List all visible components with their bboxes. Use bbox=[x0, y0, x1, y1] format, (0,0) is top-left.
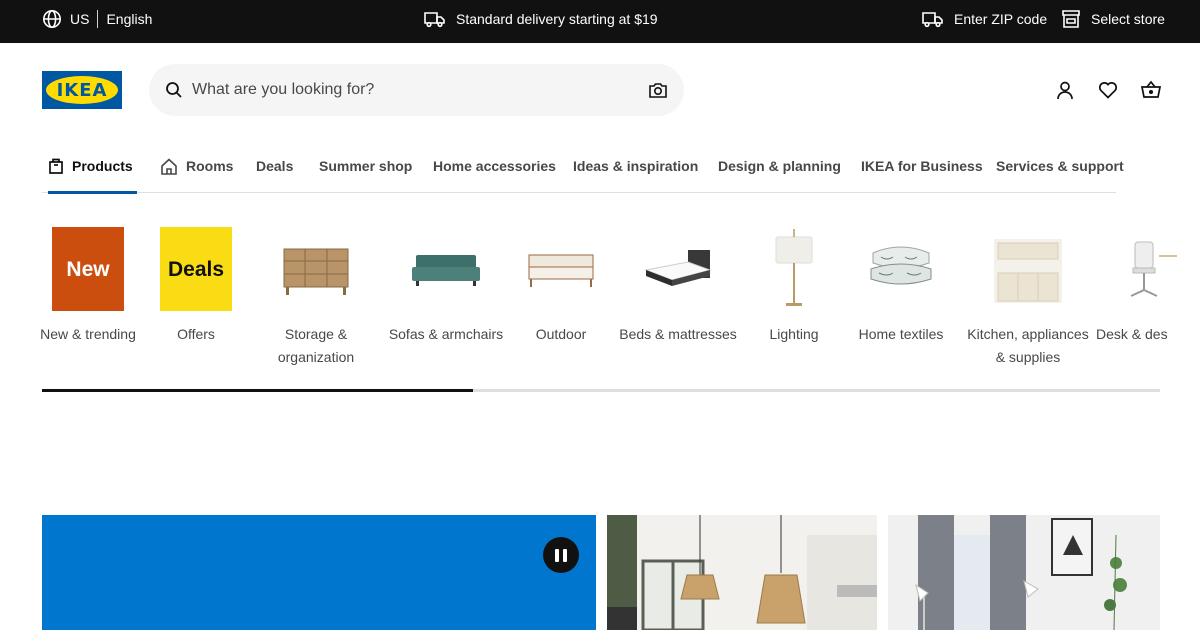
language-label: English bbox=[106, 10, 153, 27]
deals-tile: Deals bbox=[160, 227, 232, 311]
globe-icon bbox=[43, 9, 61, 28]
category-label: Storage & bbox=[284, 326, 348, 342]
logo-oval: IKEA bbox=[46, 76, 118, 104]
living-room-scene bbox=[888, 515, 1160, 630]
tab-rooms[interactable]: Rooms bbox=[160, 140, 233, 192]
tab-label: Products bbox=[72, 158, 133, 174]
zip-code-button[interactable]: Enter ZIP code bbox=[922, 0, 1047, 37]
search-input[interactable] bbox=[192, 64, 632, 116]
zip-label: Enter ZIP code bbox=[954, 10, 1048, 27]
store-icon bbox=[1062, 9, 1080, 28]
delivery-info[interactable]: Standard delivery starting at $19 bbox=[424, 0, 658, 37]
top-bar: US English Standard delivery starting at… bbox=[0, 0, 1200, 43]
tab-home-accessories[interactable]: Home accessories bbox=[433, 140, 556, 192]
tab-services-support[interactable]: Services & support bbox=[996, 140, 1124, 192]
category-new-trending[interactable]: New New & trending bbox=[38, 227, 138, 346]
dresser-image bbox=[283, 248, 349, 295]
category-label: Kitchen, appliances bbox=[967, 326, 1089, 342]
new-tile: New bbox=[52, 227, 124, 311]
tab-label: Services & support bbox=[996, 158, 1124, 174]
account-icon[interactable] bbox=[1055, 80, 1075, 100]
truck-icon bbox=[922, 11, 943, 27]
floor-lamp-image bbox=[775, 229, 813, 306]
category-label: Lighting bbox=[769, 326, 819, 342]
category-beds[interactable]: Beds & mattresses bbox=[617, 227, 739, 346]
pillows-image bbox=[870, 246, 932, 285]
tab-label: Rooms bbox=[186, 158, 234, 174]
locale-selector[interactable]: US English bbox=[42, 0, 152, 37]
kitchen-lamps-image[interactable] bbox=[607, 515, 877, 630]
search-icon bbox=[166, 82, 182, 98]
tab-ideas-inspiration[interactable]: Ideas & inspiration bbox=[573, 140, 698, 192]
category-scrollbar[interactable] bbox=[42, 389, 1160, 392]
outdoor-sofa-image bbox=[528, 254, 594, 287]
ikea-logo[interactable]: IKEA bbox=[42, 71, 122, 109]
tab-label: Home accessories bbox=[433, 158, 556, 174]
tab-label: IKEA for Business bbox=[861, 158, 983, 174]
category-home-textiles[interactable]: Home textiles bbox=[851, 227, 951, 346]
truck-icon bbox=[424, 11, 445, 27]
store-label: Select store bbox=[1091, 10, 1165, 27]
hero-video-panel[interactable] bbox=[42, 515, 596, 630]
kitchen-scene bbox=[607, 515, 877, 630]
tile-text: Deals bbox=[167, 257, 225, 281]
divider bbox=[97, 9, 99, 28]
pause-bar bbox=[555, 548, 559, 562]
category-label: Home textiles bbox=[858, 326, 944, 342]
tile-text: New bbox=[66, 257, 110, 281]
tab-products[interactable]: Products bbox=[48, 140, 137, 194]
cart-icon[interactable] bbox=[1141, 80, 1161, 100]
category-storage[interactable]: Storage & organization bbox=[266, 227, 366, 369]
category-label: New & trending bbox=[40, 326, 136, 342]
category-label: Beds & mattresses bbox=[619, 326, 737, 342]
camera-search-icon[interactable] bbox=[648, 80, 668, 100]
heart-icon[interactable] bbox=[1098, 80, 1118, 100]
category-desk[interactable]: Desk & des bbox=[1096, 227, 1200, 346]
living-room-image[interactable] bbox=[888, 515, 1160, 630]
category-label: Offers bbox=[177, 326, 215, 342]
tab-summer-shop[interactable]: Summer shop bbox=[319, 140, 412, 192]
category-offers[interactable]: Deals Offers bbox=[146, 227, 246, 346]
tab-label: Summer shop bbox=[319, 158, 413, 174]
main-nav: Products Rooms Deals Summer shop Home ac… bbox=[42, 140, 1124, 194]
sofa-image bbox=[412, 255, 480, 286]
category-label: & supplies bbox=[995, 349, 1061, 365]
select-store-button[interactable]: Select store bbox=[1061, 0, 1165, 37]
country-label: US bbox=[70, 10, 90, 27]
category-label: Outdoor bbox=[535, 326, 587, 342]
category-lighting[interactable]: Lighting bbox=[754, 227, 834, 346]
logo-text: IKEA bbox=[56, 79, 108, 101]
house-icon bbox=[161, 157, 177, 175]
pause-bar bbox=[563, 548, 567, 562]
tab-label: Design & planning bbox=[718, 158, 841, 174]
delivery-text: Standard delivery starting at $19 bbox=[456, 10, 658, 27]
desk-chair-image bbox=[1130, 241, 1177, 297]
category-label: organization bbox=[277, 349, 355, 365]
category-label: Desk & des bbox=[1096, 326, 1168, 342]
kitchen-image bbox=[994, 239, 1062, 303]
category-kitchen[interactable]: Kitchen, appliances & supplies bbox=[962, 227, 1094, 369]
scrollbar-thumb[interactable] bbox=[42, 389, 473, 392]
bed-image bbox=[644, 250, 712, 286]
search-bar[interactable] bbox=[149, 64, 684, 116]
category-sofas[interactable]: Sofas & armchairs bbox=[386, 227, 506, 346]
tab-design-planning[interactable]: Design & planning bbox=[718, 140, 841, 192]
tab-label: Ideas & inspiration bbox=[573, 158, 699, 174]
tab-ikea-for-business[interactable]: IKEA for Business bbox=[861, 140, 983, 192]
category-label: Sofas & armchairs bbox=[388, 326, 504, 342]
category-outdoor[interactable]: Outdoor bbox=[516, 227, 606, 346]
tab-deals[interactable]: Deals bbox=[256, 140, 293, 192]
product-box-icon bbox=[49, 158, 63, 174]
pause-button[interactable] bbox=[543, 537, 579, 573]
tab-label: Deals bbox=[256, 158, 294, 174]
